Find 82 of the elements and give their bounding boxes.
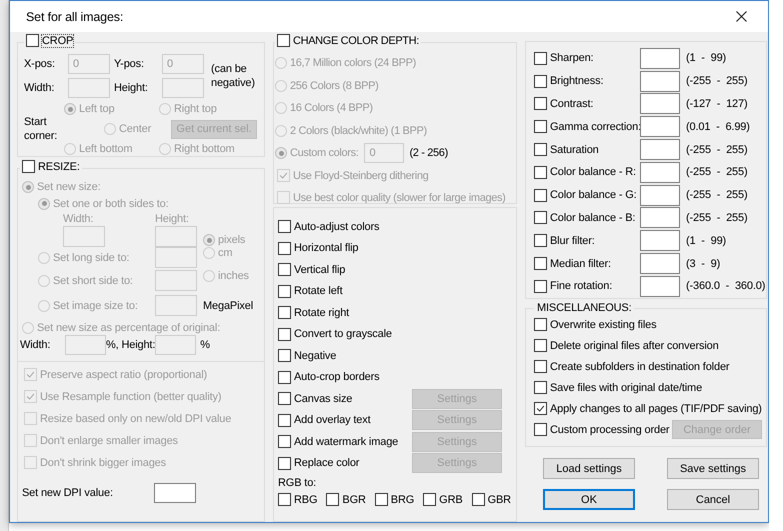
field-label: %, Height: (106, 339, 156, 351)
checkbox[interactable]: Add watermark image (278, 435, 398, 448)
field-label: Y-pos: (114, 58, 145, 70)
field-label: X-pos: (24, 58, 56, 70)
checkbox[interactable]: Vertical flip (278, 263, 346, 276)
checkbox[interactable]: Brightness: (534, 74, 640, 88)
checkmark-icon (25, 391, 36, 402)
checkbox[interactable]: GRB (423, 493, 463, 506)
range-label: (-360.0 - 360.0) (685, 280, 766, 292)
dialog-button[interactable]: OK (543, 489, 635, 510)
unit-label: % (200, 339, 210, 351)
checkbox[interactable]: Rotate right (278, 306, 350, 320)
checkbox[interactable]: Save files with original date/time (534, 381, 702, 394)
text-field[interactable] (640, 70, 680, 92)
checkbox[interactable]: Gamma correction: (534, 120, 640, 134)
checkmark-icon (25, 369, 36, 380)
text-field[interactable] (640, 184, 680, 206)
field-label: Width: (20, 339, 52, 351)
checkbox[interactable]: Add overlay text (278, 414, 370, 427)
range-label: (-255 - 255) (685, 212, 748, 224)
field-label: Width: (24, 82, 56, 94)
text-field[interactable] (640, 162, 680, 183)
text-field[interactable] (640, 48, 680, 69)
checkbox[interactable]: BGR (326, 493, 366, 506)
dialog-button[interactable]: Load settings (543, 458, 635, 479)
field-label: Start corner: (24, 115, 58, 143)
checkbox[interactable]: Negative (278, 349, 336, 362)
dialog-button[interactable]: Save settings (667, 458, 759, 479)
checkbox[interactable]: Overwrite existing files (534, 318, 656, 331)
checkbox[interactable]: Delete original files after conversion (534, 339, 719, 352)
range-label: (1 - 99) (685, 52, 728, 64)
group-title: MISCELLANEOUS: (536, 302, 632, 314)
checkbox[interactable]: Fine rotation: (534, 280, 640, 293)
range-label: (-127 - 127) (685, 98, 748, 110)
field-label: Set new DPI value: (22, 487, 114, 499)
checkbox[interactable]: Replace color (278, 456, 360, 470)
checkbox[interactable]: Color balance - G: (534, 188, 640, 202)
hint-text: (can be negative) (210, 62, 256, 90)
checkbox[interactable]: Create subfolders in destination folder (534, 360, 730, 373)
close-icon[interactable] (736, 11, 747, 22)
checkbox[interactable]: Auto-adjust colors (278, 220, 380, 234)
range-label: (3 - 9) (685, 258, 722, 270)
range-label: (-255 - 255) (685, 144, 748, 156)
text-field[interactable] (640, 93, 680, 114)
range-label: (-255 - 255) (685, 166, 748, 178)
range-label: (-255 - 255) (685, 189, 748, 202)
range-label: (2 - 256) (409, 147, 448, 160)
checkbox[interactable]: Color balance - R: (534, 166, 640, 179)
checkbox[interactable]: Saturation (534, 143, 640, 156)
range-label: (0.01 - 6.99) (685, 120, 751, 133)
checkmark-icon (278, 170, 289, 181)
field-label: Width: (63, 213, 94, 225)
window-title: Set for all images: (26, 10, 124, 24)
checkbox[interactable]: Contrast: (534, 97, 640, 110)
text-field[interactable] (640, 276, 680, 297)
text-field[interactable] (640, 207, 680, 228)
text-field[interactable] (640, 230, 680, 252)
field-label: Height: (155, 213, 190, 225)
range-label: (1 - 99) (685, 234, 728, 247)
checkbox[interactable]: Apply changes to all pages (TIF/PDF saving) (534, 402, 762, 415)
checkbox[interactable]: GBR (472, 493, 511, 506)
range-label: (-255 - 255) (685, 75, 748, 88)
checkbox[interactable]: Sharpen: (534, 52, 640, 65)
checkbox[interactable]: Auto-crop borders (278, 370, 380, 384)
text-field[interactable] (640, 253, 680, 274)
checkbox[interactable]: Horizontal flip (278, 242, 358, 255)
checkbox[interactable]: RBG (278, 493, 318, 506)
checkbox[interactable]: Blur filter: (534, 234, 640, 248)
checkbox[interactable]: BRG (374, 493, 414, 506)
text-field[interactable] (640, 139, 680, 160)
checkbox[interactable]: Median filter: (534, 257, 640, 270)
field-label: Height: (114, 82, 149, 94)
dialog-button[interactable]: Cancel (667, 489, 759, 510)
checkbox[interactable]: Color balance - B: (534, 211, 640, 224)
unit-label: MegaPixel (203, 300, 254, 312)
section-label: RGB to: (278, 477, 318, 489)
checkbox[interactable]: Rotate left (278, 284, 342, 298)
checkbox[interactable]: Custom processing order (534, 423, 670, 436)
checkbox[interactable]: Canvas size (278, 392, 352, 406)
checkmark-icon (535, 403, 546, 414)
text-field[interactable] (640, 116, 680, 138)
checkbox[interactable]: Convert to grayscale (278, 328, 392, 341)
